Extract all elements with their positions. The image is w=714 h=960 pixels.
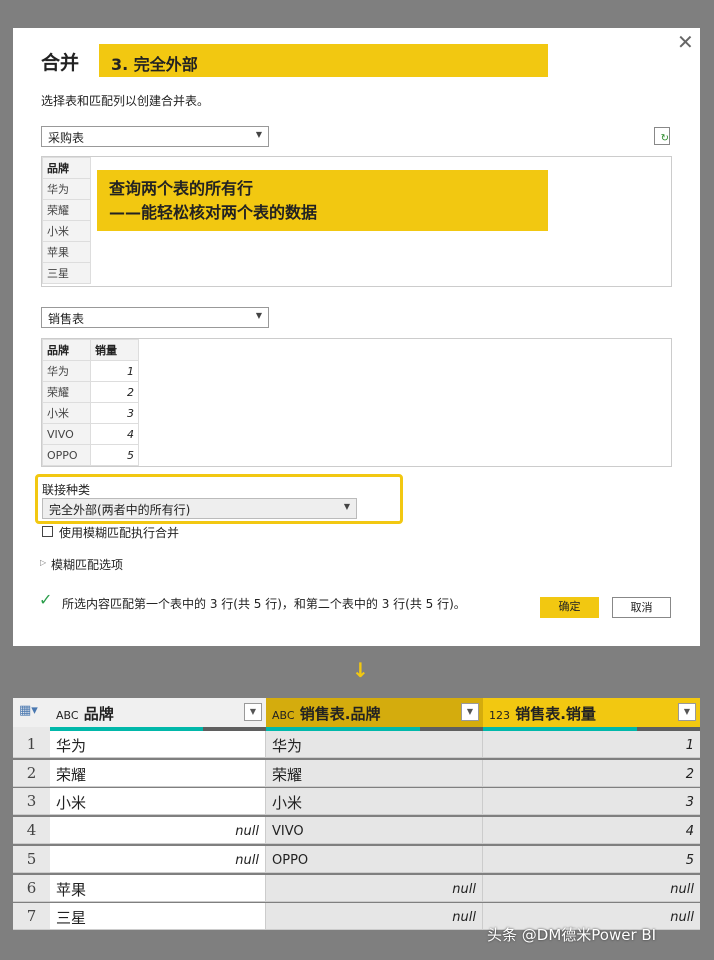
cell[interactable]: null: [50, 817, 266, 845]
table1-grid: 品牌 华为 荣耀 小米 苹果 三星: [42, 157, 91, 284]
cancel-button[interactable]: 取消: [612, 597, 671, 618]
column-name: 品牌: [83, 705, 114, 723]
cell[interactable]: 华为: [266, 731, 483, 758]
join-kind-value: 完全外部(两者中的所有行): [49, 503, 191, 517]
expand-triangle-icon[interactable]: ▷: [40, 558, 46, 567]
cell[interactable]: 1: [483, 731, 700, 758]
fuzzy-checkbox-label[interactable]: 使用模糊匹配执行合并: [59, 524, 179, 541]
table1-select-value: 采购表: [48, 131, 85, 145]
table2-select-value: 销售表: [48, 312, 85, 326]
chevron-down-icon: ▼: [255, 130, 262, 139]
result-table: ▦▾ ABC 品牌 ▼ ABC 销售表.品牌 ▼ 123 销售表.销量 ▼ 1 华为 华为…: [13, 698, 700, 932]
cell: 4: [90, 423, 139, 445]
column-header[interactable]: 品牌: [42, 339, 91, 361]
table-menu-icon[interactable]: ▦▾: [13, 698, 50, 727]
row-number: 5: [13, 845, 50, 873]
cell[interactable]: 3: [483, 788, 700, 816]
cell: 华为: [42, 178, 91, 200]
chevron-down-icon: ▼: [255, 311, 262, 320]
filter-dropdown-icon[interactable]: ▼: [244, 703, 262, 721]
cell: 三星: [42, 262, 91, 284]
refresh-icon[interactable]: ↻: [654, 127, 670, 145]
cell[interactable]: 2: [483, 759, 700, 787]
check-icon: ✓: [39, 590, 53, 609]
table-row: 5 null OPPO 5: [13, 845, 700, 874]
cell: OPPO: [42, 444, 91, 466]
dialog-subtitle: 选择表和匹配列以创建合并表。: [41, 94, 210, 108]
cell[interactable]: 荣耀: [266, 759, 483, 787]
chevron-down-icon: ▼: [343, 502, 350, 511]
annotation-line: 查询两个表的所有行: [109, 179, 254, 198]
cell: 苹果: [42, 241, 91, 263]
cell[interactable]: 小米: [50, 788, 266, 816]
table-row: 1 华为 华为 1: [13, 731, 700, 759]
cell[interactable]: 苹果: [50, 874, 266, 902]
ok-button[interactable]: 确定: [540, 597, 599, 618]
cell[interactable]: 三星: [50, 903, 266, 931]
cell: 荣耀: [42, 199, 91, 221]
column-header-sales-qty[interactable]: 123 销售表.销量 ▼: [483, 698, 700, 727]
table-row: 4 null VIVO 4: [13, 817, 700, 845]
cell[interactable]: 5: [483, 845, 700, 873]
match-status: 所选内容匹配第一个表中的 3 行(共 5 行)，和第二个表中的 3 行(共 5 …: [62, 597, 466, 611]
dialog-title: 合并: [41, 52, 80, 74]
number-type-icon: 123: [489, 709, 510, 722]
merge-dialog: 合并 3. 完全外部 ✕ 选择表和匹配列以创建合并表。 采购表 ▼ ↻ 品牌 华为…: [13, 28, 700, 646]
filter-dropdown-icon[interactable]: ▼: [461, 703, 479, 721]
cell[interactable]: null: [266, 903, 483, 931]
step-banner: 3. 完全外部: [99, 44, 548, 77]
cell[interactable]: 荣耀: [50, 759, 266, 787]
annotation-banner: 查询两个表的所有行 ——能轻松核对两个表的数据: [97, 170, 548, 231]
filter-dropdown-icon[interactable]: ▼: [678, 703, 696, 721]
cell[interactable]: 小米: [266, 788, 483, 816]
cell: 3: [90, 402, 139, 424]
cell[interactable]: null: [266, 874, 483, 902]
text-type-icon: ABC: [272, 709, 295, 722]
column-header[interactable]: 销量: [90, 339, 139, 361]
table2-grid: 品牌 销量 华为 1 荣耀 2 小米 3 VIVO 4 OPPO 5: [42, 339, 139, 466]
cell[interactable]: null: [50, 845, 266, 873]
table2-select[interactable]: 销售表 ▼: [41, 307, 269, 328]
cell: 荣耀: [42, 381, 91, 403]
text-type-icon: ABC: [56, 709, 79, 722]
join-kind-select[interactable]: 完全外部(两者中的所有行) ▼: [42, 498, 357, 519]
cell[interactable]: OPPO: [266, 845, 483, 873]
table-row: 2 荣耀 荣耀 2: [13, 759, 700, 788]
table1-select[interactable]: 采购表 ▼: [41, 126, 269, 147]
cell[interactable]: VIVO: [266, 817, 483, 845]
row-number: 7: [13, 903, 50, 931]
cell: VIVO: [42, 423, 91, 445]
column-header[interactable]: 品牌: [42, 157, 91, 179]
cell[interactable]: 华为: [50, 731, 266, 758]
cell[interactable]: null: [483, 874, 700, 902]
cell: 5: [90, 444, 139, 466]
table-row: 6 苹果 null null: [13, 874, 700, 903]
watermark: 头条 @DM德米Power BI: [487, 926, 657, 944]
cell: 1: [90, 360, 139, 382]
row-number: 1: [13, 731, 50, 758]
column-header-brand[interactable]: ABC 品牌 ▼: [50, 698, 266, 727]
table2-preview: 品牌 销量 华为 1 荣耀 2 小米 3 VIVO 4 OPPO 5: [41, 338, 672, 467]
close-icon[interactable]: ✕: [677, 30, 694, 54]
fuzzy-options-toggle[interactable]: 模糊匹配选项: [51, 556, 123, 573]
row-number: 4: [13, 817, 50, 845]
column-header-sales-brand[interactable]: ABC 销售表.品牌 ▼: [266, 698, 483, 727]
join-kind-label: 联接种类: [42, 483, 91, 497]
row-number: 3: [13, 788, 50, 816]
column-name: 销售表.品牌: [299, 705, 381, 723]
cell[interactable]: 4: [483, 817, 700, 845]
row-number: 2: [13, 759, 50, 787]
column-name: 销售表.销量: [515, 705, 596, 723]
fuzzy-checkbox[interactable]: [42, 526, 53, 537]
cell: 小米: [42, 220, 91, 242]
cell: 华为: [42, 360, 91, 382]
table-row: 3 小米 小米 3: [13, 788, 700, 816]
row-number: 6: [13, 874, 50, 902]
cell: 2: [90, 381, 139, 403]
cell: 小米: [42, 402, 91, 424]
down-arrow-icon: ↓: [352, 658, 369, 682]
annotation-line: ——能轻松核对两个表的数据: [109, 203, 318, 222]
